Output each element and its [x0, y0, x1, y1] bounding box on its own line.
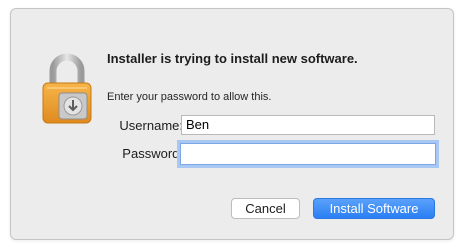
dialog-title: Installer is trying to install new softw…: [107, 51, 358, 66]
install-software-button[interactable]: Install Software: [313, 198, 435, 219]
installer-disk-icon: [58, 92, 88, 120]
cancel-button[interactable]: Cancel: [231, 198, 300, 219]
username-label: Username:: [119, 118, 183, 133]
dialog-subtitle: Enter your password to allow this.: [107, 91, 272, 103]
auth-dialog: Installer is trying to install new softw…: [10, 8, 454, 240]
lock-icon: [41, 49, 93, 125]
password-field[interactable]: [180, 143, 436, 165]
username-field[interactable]: Ben: [181, 115, 435, 135]
password-label: Password:: [122, 146, 183, 161]
